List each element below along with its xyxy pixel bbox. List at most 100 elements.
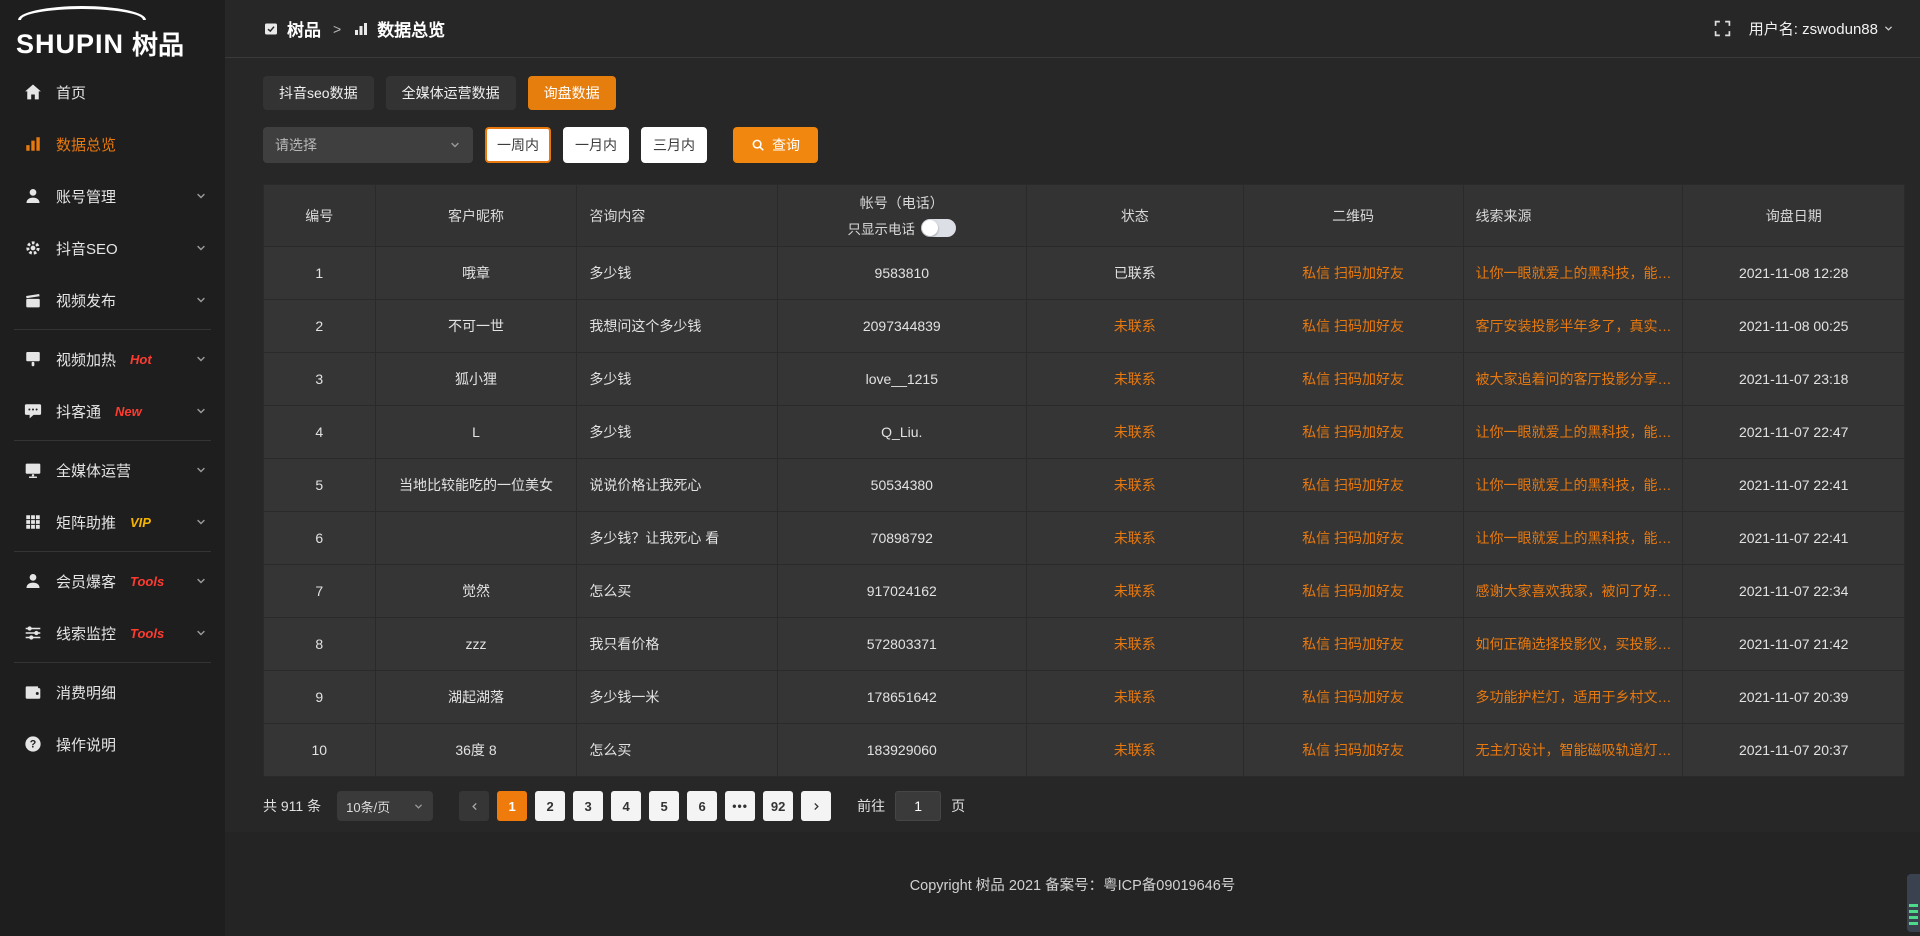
cell-source-link: 让你一眼就爱上的黑科技，能… — [1463, 406, 1683, 459]
cell-no: 5 — [264, 459, 376, 512]
user-menu[interactable]: 用户名: zswodun88 — [1749, 18, 1894, 39]
chevron-down-icon — [195, 464, 207, 476]
range-button-quarter[interactable]: 三月内 — [641, 127, 707, 163]
page-button-5[interactable]: 5 — [649, 791, 679, 821]
sidebar-item-label: 视频加热 — [56, 349, 116, 370]
cell-nickname: 不可一世 — [375, 300, 577, 353]
cell-nickname — [375, 512, 577, 565]
question-circle-icon — [24, 735, 42, 753]
cell-content: 多少钱 — [577, 247, 777, 300]
chevron-down-icon — [195, 353, 207, 365]
cell-qrcode-link: 私信 扫码加好友 — [1243, 618, 1463, 671]
cell-nickname: 狐小狸 — [375, 353, 577, 406]
sidebar-item-douketong[interactable]: 抖客通 New — [0, 385, 225, 437]
select-placeholder: 请选择 — [275, 135, 317, 155]
goto-page-input[interactable] — [895, 791, 941, 821]
sidebar-item-label: 消费明细 — [56, 682, 116, 703]
prev-page-button[interactable] — [459, 791, 489, 821]
page-button-6[interactable]: 6 — [687, 791, 717, 821]
cell-status: 已联系 — [1027, 247, 1244, 300]
screen-brush-icon — [24, 350, 42, 368]
corner-widget[interactable] — [1907, 874, 1920, 932]
cell-status: 未联系 — [1027, 512, 1244, 565]
next-page-button[interactable] — [801, 791, 831, 821]
sidebar-item-label: 矩阵助推 — [56, 512, 116, 533]
topbar-right: 用户名: zswodun88 — [1714, 18, 1894, 39]
cell-date: 2021-11-07 23:18 — [1683, 353, 1905, 406]
cell-qrcode-link: 私信 扫码加好友 — [1243, 724, 1463, 777]
tab-inquiry-data[interactable]: 询盘数据 — [528, 76, 616, 110]
phone-only-toggle[interactable] — [921, 219, 956, 237]
sidebar-item-home[interactable]: 首页 — [0, 66, 225, 118]
sidebar-item-video-heating[interactable]: 视频加热 Hot — [0, 333, 225, 385]
cell-status: 未联系 — [1027, 406, 1244, 459]
home-icon — [24, 83, 42, 101]
table-header-row: 编号 客户昵称 咨询内容 帐号（电话） 只显示电话 状态 二维码 线索来源 询盘… — [264, 185, 1905, 247]
grid-icon — [24, 513, 42, 531]
cell-qrcode-link: 私信 扫码加好友 — [1243, 512, 1463, 565]
page-button-4[interactable]: 4 — [611, 791, 641, 821]
cell-source-link: 如何正确选择投影仪，买投影… — [1463, 618, 1683, 671]
cell-date: 2021-11-07 22:34 — [1683, 565, 1905, 618]
sidebar-item-lead-monitoring[interactable]: 线索监控 Tools — [0, 607, 225, 659]
search-button[interactable]: 查询 — [733, 127, 818, 163]
cell-source-link: 让你一眼就爱上的黑科技，能… — [1463, 459, 1683, 512]
page-button-92[interactable]: 92 — [763, 791, 793, 821]
copyright-text: Copyright 树品 2021 备案号：粤ICP备09019646号 — [910, 874, 1236, 895]
cell-date: 2021-11-07 20:37 — [1683, 724, 1905, 777]
cell-account: 183929060 — [777, 724, 1026, 777]
sidebar-item-account-management[interactable]: 账号管理 — [0, 170, 225, 222]
tab-douyin-seo-data[interactable]: 抖音seo数据 — [263, 76, 374, 110]
breadcrumb-root-icon — [263, 21, 279, 37]
more-pages-button[interactable]: ••• — [725, 791, 755, 821]
sidebar-item-douyin-seo[interactable]: 抖音SEO — [0, 222, 225, 274]
cell-source-link: 让你一眼就爱上的黑科技，能… — [1463, 512, 1683, 565]
data-tabs: 抖音seo数据 全媒体运营数据 询盘数据 — [263, 76, 1904, 110]
cell-nickname: 哦章 — [375, 247, 577, 300]
tools-badge: Tools — [130, 626, 164, 641]
hot-badge: Hot — [130, 352, 152, 367]
cell-status: 未联系 — [1027, 459, 1244, 512]
cell-account: 178651642 — [777, 671, 1026, 724]
sliders-icon — [24, 624, 42, 642]
account-select[interactable]: 请选择 — [263, 127, 473, 163]
page-button-3[interactable]: 3 — [573, 791, 603, 821]
sidebar-item-label: 线索监控 — [56, 623, 116, 644]
sidebar-item-video-publish[interactable]: 视频发布 — [0, 274, 225, 326]
cell-account: 9583810 — [777, 247, 1026, 300]
chevron-down-icon — [195, 242, 207, 254]
sidebar-item-label: 视频发布 — [56, 290, 116, 311]
cell-content: 怎么买 — [577, 724, 777, 777]
table-row: 7 觉然 怎么买 917024162 未联系 私信 扫码加好友 感谢大家喜欢我家… — [264, 565, 1905, 618]
search-icon — [751, 138, 765, 152]
page-button-2[interactable]: 2 — [535, 791, 565, 821]
sidebar-item-data-overview[interactable]: 数据总览 — [0, 118, 225, 170]
sidebar-item-label: 抖音SEO — [56, 238, 118, 259]
page-size-select[interactable]: 10条/页 — [337, 791, 433, 821]
col-header-no: 编号 — [264, 185, 376, 247]
page-button-1[interactable]: 1 — [497, 791, 527, 821]
sidebar-item-label: 会员爆客 — [56, 571, 116, 592]
chevron-left-icon — [469, 801, 480, 812]
sidebar-item-operation-guide[interactable]: 操作说明 — [0, 718, 225, 770]
pagination: 共 911 条 10条/页 1 2 3 4 5 6 ••• 92 前往 页 — [263, 791, 1904, 821]
cell-date: 2021-11-07 22:41 — [1683, 512, 1905, 565]
app-logo[interactable]: SHUPIN 树品 — [0, 0, 225, 58]
cell-source-link: 让你一眼就爱上的黑科技，能… — [1463, 247, 1683, 300]
sidebar-item-omnimedia-operation[interactable]: 全媒体运营 — [0, 444, 225, 496]
range-button-month[interactable]: 一月内 — [563, 127, 629, 163]
sidebar-item-member-burst[interactable]: 会员爆客 Tools — [0, 555, 225, 607]
monitor-icon — [24, 461, 42, 479]
range-button-week[interactable]: 一周内 — [485, 127, 551, 163]
breadcrumb-root[interactable]: 树品 — [287, 16, 321, 41]
sidebar-item-matrix-boost[interactable]: 矩阵助推 VIP — [0, 496, 225, 548]
cell-qrcode-link: 私信 扫码加好友 — [1243, 671, 1463, 724]
tab-omnimedia-data[interactable]: 全媒体运营数据 — [386, 76, 516, 110]
fullscreen-icon[interactable] — [1714, 20, 1731, 37]
logo-arc-decoration — [18, 6, 146, 20]
sidebar-item-consumption-details[interactable]: 消费明细 — [0, 666, 225, 718]
cell-content: 多少钱？让我死心 看 — [577, 512, 777, 565]
sidebar-item-label: 首页 — [56, 82, 86, 103]
topbar: 树品 > 数据总览 用户名: zswodun88 — [225, 0, 1920, 58]
wallet-icon — [24, 683, 42, 701]
